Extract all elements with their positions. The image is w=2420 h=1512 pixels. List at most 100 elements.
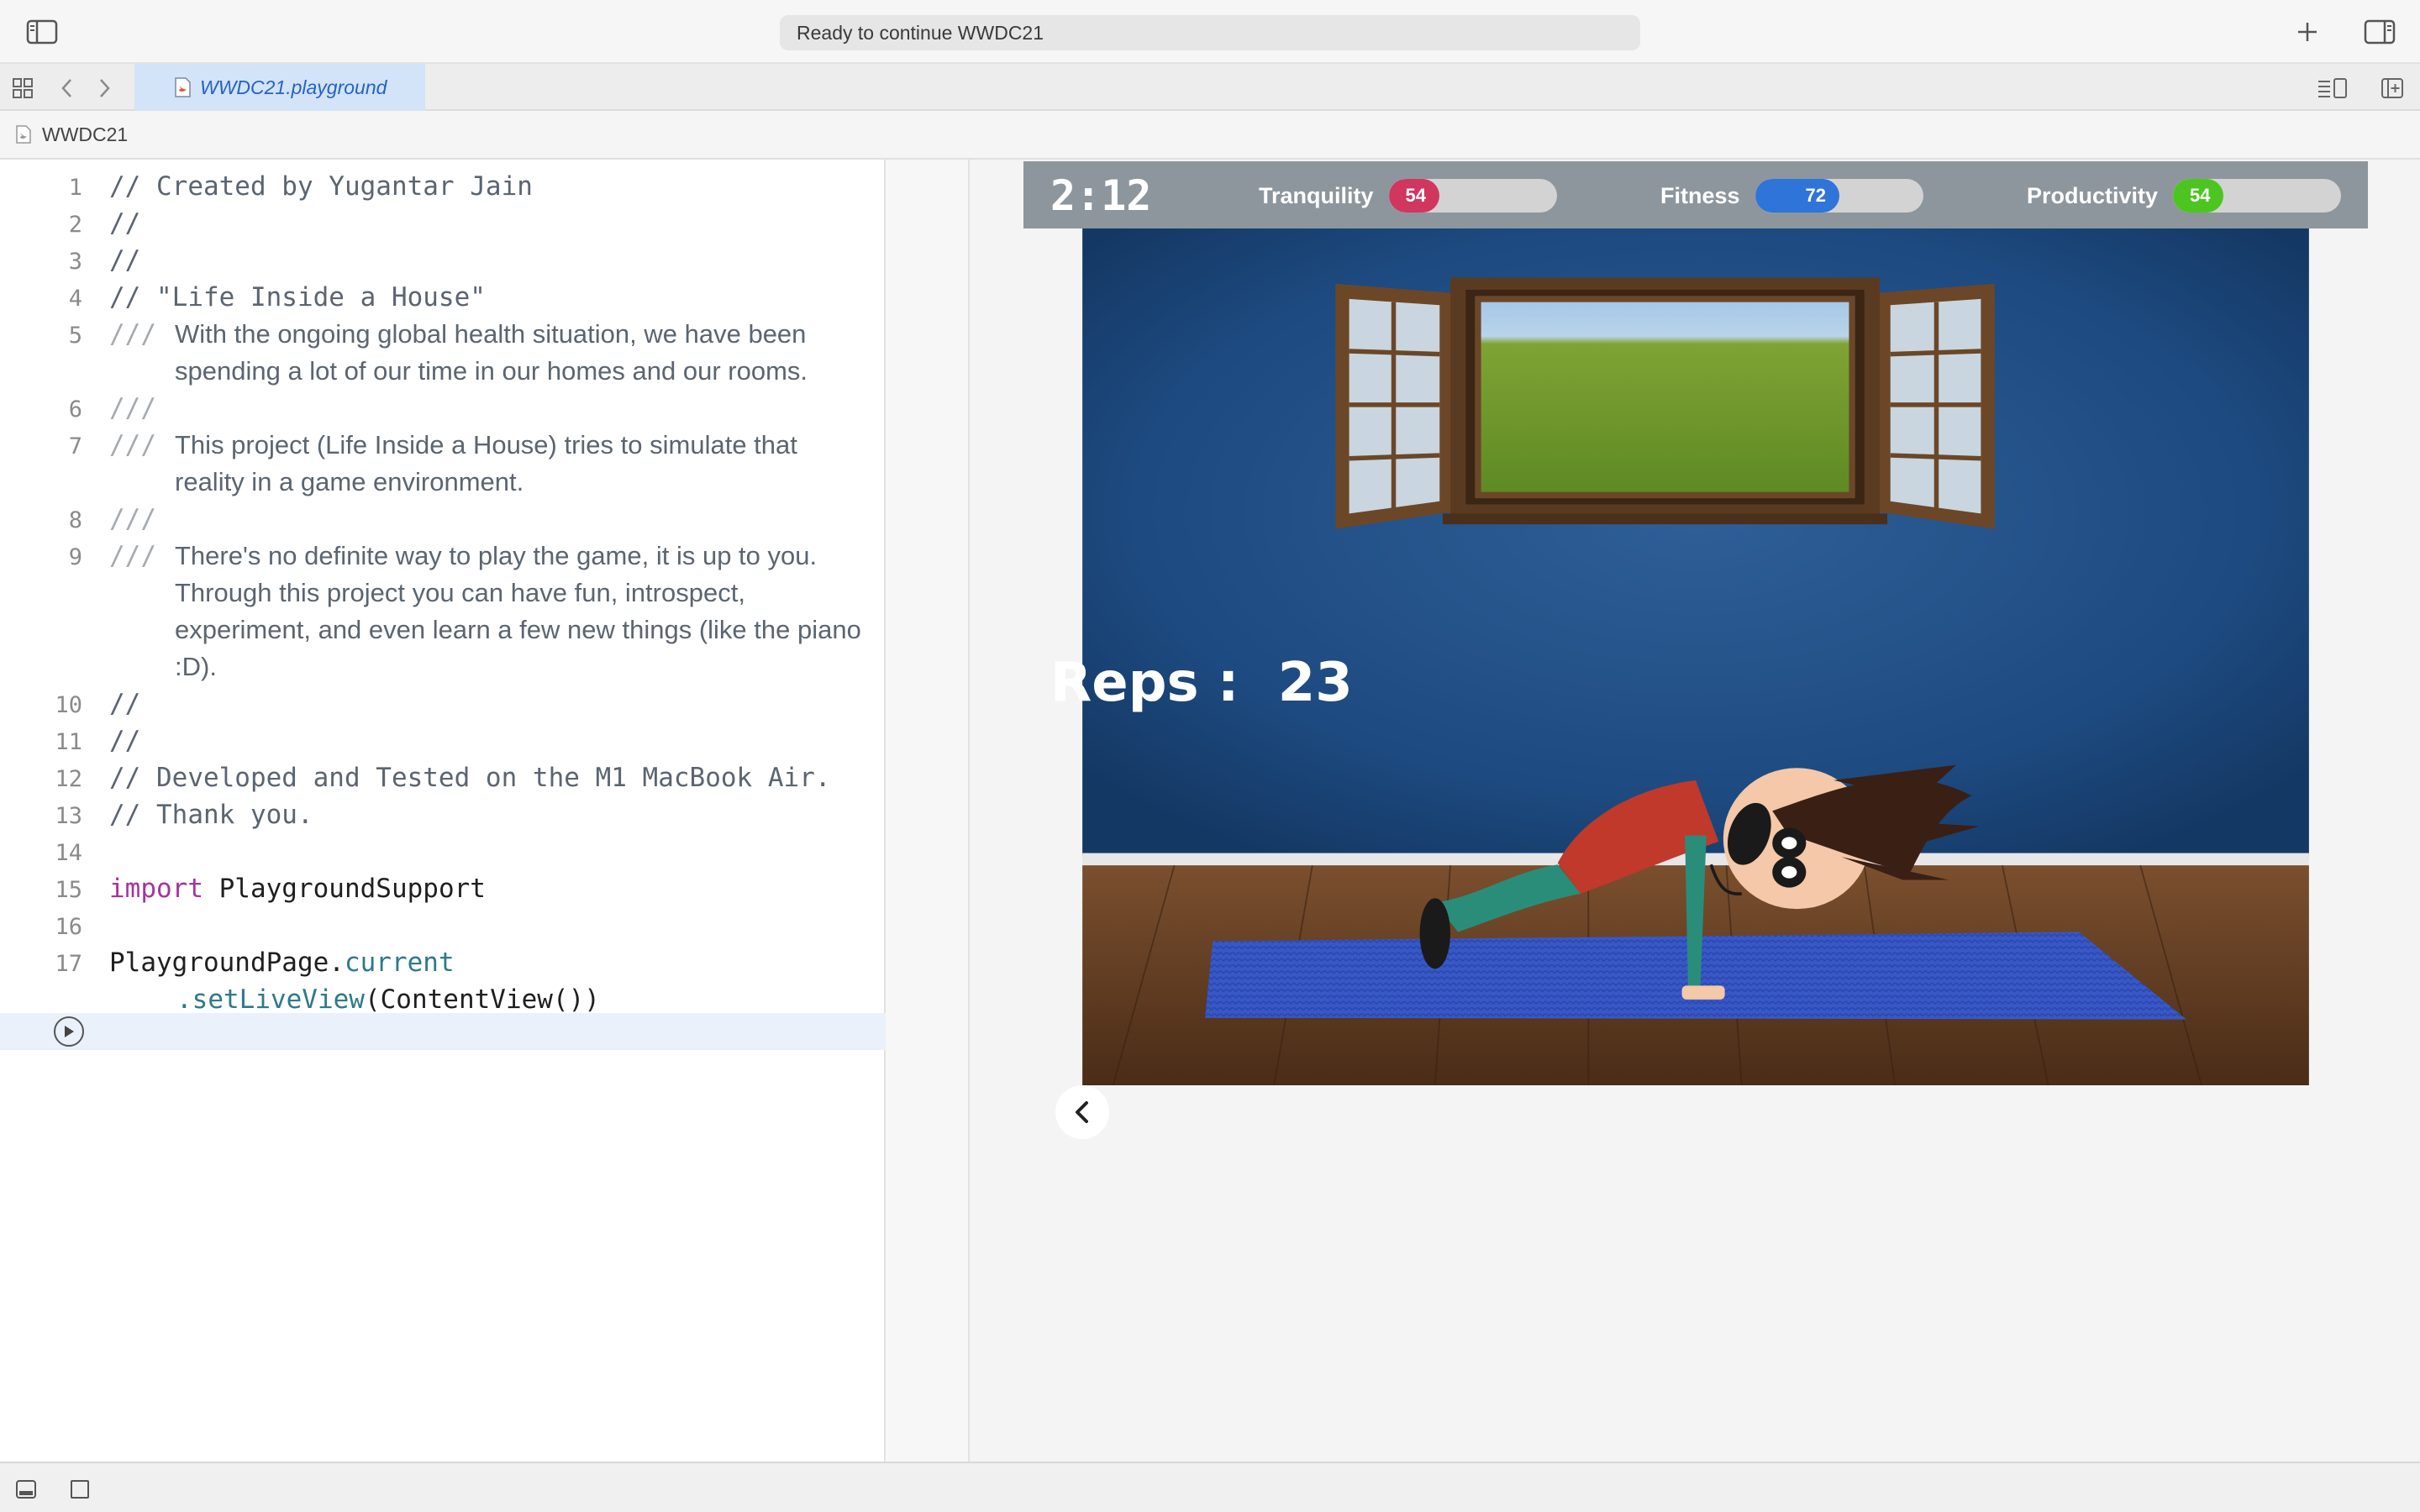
forward-chevron-icon[interactable] xyxy=(92,76,116,101)
keyword-token: import xyxy=(109,874,203,904)
meter-value: 54 xyxy=(1405,185,1427,206)
inspector-toggle-icon[interactable] xyxy=(2363,17,2396,47)
code-line: 7 /// This project (Life Inside a House)… xyxy=(0,427,886,501)
results-gutter xyxy=(886,160,970,1462)
reps-label: Reps : xyxy=(1050,652,1239,714)
tab-wwdc21-playground[interactable]: WWDC21.playground xyxy=(134,64,425,111)
code-text: import PlaygroundSupport xyxy=(109,874,486,904)
run-play-button[interactable] xyxy=(54,1016,84,1047)
stop-icon[interactable] xyxy=(67,1477,92,1502)
code-line: 12 // Developed and Tested on the M1 Mac… xyxy=(0,759,886,796)
grid-icon[interactable] xyxy=(10,76,35,101)
line-number: 14 xyxy=(55,840,82,866)
meter-track: 54 xyxy=(1388,179,1557,213)
code-line: 16 xyxy=(0,907,886,944)
play-icon xyxy=(65,1026,74,1037)
line-number: 2 xyxy=(68,212,82,238)
doc-comment-marker: /// xyxy=(109,504,156,534)
code-line: 13 // Thank you. xyxy=(0,796,886,833)
method-token: .setLiveView xyxy=(176,984,365,1015)
identifier-token: (ContentView()) xyxy=(364,984,600,1015)
code-text: // xyxy=(109,208,141,239)
back-chevron-icon[interactable] xyxy=(55,76,79,101)
code-text: // xyxy=(109,689,141,719)
code-line: 1 // Created by Yugantar Jain xyxy=(0,168,886,205)
code-text: // "Life Inside a House" xyxy=(109,282,486,312)
reps-counter: Reps : 23 xyxy=(1050,652,1353,714)
identifier-token: PlaygroundPage. xyxy=(109,948,345,978)
code-line: 17 PlaygroundPage.current xyxy=(0,944,886,981)
line-number: 13 xyxy=(55,803,82,829)
line-number: 10 xyxy=(55,692,82,718)
line-number: 5 xyxy=(68,323,82,349)
live-view-panel: 2:12 Tranquility 54 Fitness 72 Productiv… xyxy=(970,160,2420,1462)
meter-label: Tranquility xyxy=(1259,182,1374,208)
add-editor-icon[interactable] xyxy=(2378,76,2407,101)
activity-status-field: Ready to continue WWDC21 xyxy=(780,15,1640,50)
code-line: 5 /// With the ongoing global health sit… xyxy=(0,316,886,390)
line-number: 4 xyxy=(68,286,82,312)
line-number: 8 xyxy=(68,507,82,533)
line-number: 3 xyxy=(68,249,82,275)
meter-fill xyxy=(1754,179,1839,213)
code-text: // xyxy=(109,726,141,756)
open-window xyxy=(1335,277,1995,529)
sidebar-toggle-icon[interactable] xyxy=(25,17,59,47)
timer-label: 2:12 xyxy=(1050,171,1152,220)
doc-comment-text: There's no definite way to play the game… xyxy=(175,541,861,681)
editor-options-icon[interactable] xyxy=(2316,76,2349,101)
code-text: .setLiveView(ContentView()) xyxy=(176,984,600,1015)
line-number: 1 xyxy=(68,175,82,201)
code-text: // Created by Yugantar Jain xyxy=(109,171,533,202)
code-text: // Developed and Tested on the M1 MacBoo… xyxy=(109,763,831,793)
chevron-left-icon xyxy=(1076,1101,1088,1123)
game-hud: 2:12 Tranquility 54 Fitness 72 Productiv… xyxy=(1023,161,2368,228)
code-line: 9 /// There's no definite way to play th… xyxy=(0,538,886,685)
tab-label: WWDC21.playground xyxy=(200,76,387,98)
code-line: 2 // xyxy=(0,205,886,242)
tab-bar: WWDC21.playground xyxy=(0,64,2420,111)
identifier-token: PlaygroundSupport xyxy=(203,874,486,904)
code-line: 15 import PlaygroundSupport xyxy=(0,870,886,907)
line-number: 7 xyxy=(68,433,82,459)
game-scene[interactable]: 2:12 Tranquility 54 Fitness 72 Productiv… xyxy=(1023,161,2368,1169)
window-toolbar: Ready to continue WWDC21 xyxy=(0,0,2420,64)
line-number: 16 xyxy=(55,914,82,940)
productivity-meter: Productivity 54 xyxy=(2027,178,2342,213)
line-number: 15 xyxy=(55,877,82,903)
code-line: 11 // xyxy=(0,722,886,759)
tranquility-meter: Tranquility 54 xyxy=(1259,178,1557,213)
meter-label: Productivity xyxy=(2027,182,2159,208)
source-editor[interactable]: 1 // Created by Yugantar Jain 2 // 3 // … xyxy=(0,160,886,1462)
swift-file-icon xyxy=(15,125,32,144)
back-button[interactable] xyxy=(1055,1085,1109,1139)
line-number: 9 xyxy=(68,544,82,570)
meter-track: 54 xyxy=(2173,179,2342,213)
doc-comment-marker: /// xyxy=(109,430,156,460)
code-line: 8 /// xyxy=(0,501,886,538)
code-line: 14 xyxy=(0,833,886,870)
line-number: 12 xyxy=(55,766,82,792)
meter-value: 54 xyxy=(2190,185,2211,206)
console-toggle-icon[interactable] xyxy=(13,1477,39,1502)
code-text: // xyxy=(109,245,141,276)
line-number: 17 xyxy=(55,951,82,977)
doc-comment-text: This project (Life Inside a House) tries… xyxy=(175,430,797,496)
breadcrumb-project[interactable]: WWDC21 xyxy=(42,123,128,146)
swift-file-icon xyxy=(173,77,192,97)
code-line: 3 // xyxy=(0,242,886,279)
meter-value: 72 xyxy=(1805,185,1827,206)
fitness-meter: Fitness 72 xyxy=(1660,178,1923,213)
reps-value: 23 xyxy=(1277,652,1353,714)
debug-bar xyxy=(0,1462,2420,1512)
code-line: 4 // "Life Inside a House" xyxy=(0,279,886,316)
code-text: PlaygroundPage.current xyxy=(109,948,455,978)
doc-comment-text: With the ongoing global health situation… xyxy=(175,319,808,386)
meter-label: Fitness xyxy=(1660,182,1740,208)
breadcrumb: WWDC21 xyxy=(0,111,2420,160)
property-token: current xyxy=(344,948,455,978)
add-icon[interactable] xyxy=(2292,17,2323,47)
meter-track: 72 xyxy=(1754,179,1923,213)
line-number: 11 xyxy=(55,729,82,755)
code-line: 6 /// xyxy=(0,390,886,427)
